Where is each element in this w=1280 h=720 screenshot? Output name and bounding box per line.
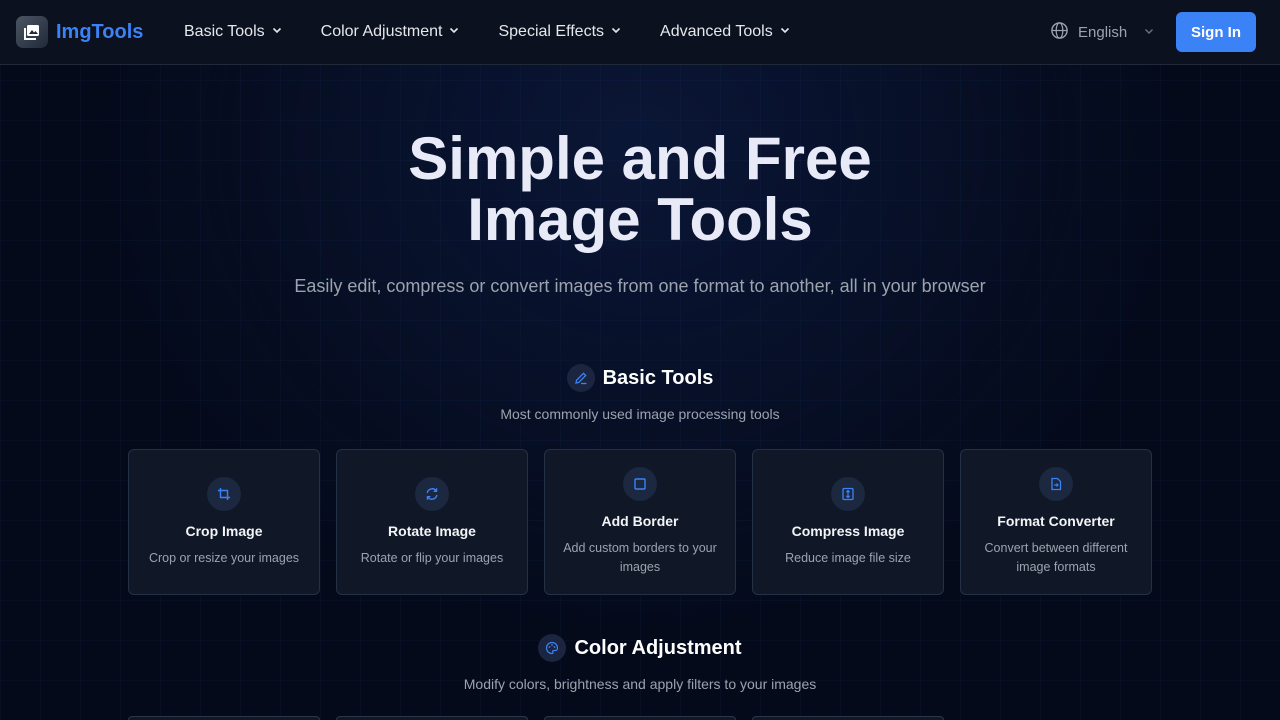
nav-basic-tools[interactable]: Basic Tools (184, 23, 283, 41)
language-selector[interactable]: English (1050, 21, 1155, 44)
language-label: English (1078, 24, 1128, 41)
chevron-down-icon (779, 23, 791, 41)
tool-card[interactable] (752, 716, 944, 720)
tool-card-rotate-image[interactable]: Rotate Image Rotate or flip your images (336, 449, 528, 595)
section-description: Most commonly used image processing tool… (500, 406, 780, 422)
section-header-basic-tools: Basic Tools (0, 364, 1280, 392)
border-icon (623, 467, 657, 501)
pencil-icon (566, 364, 595, 392)
nav-special-effects[interactable]: Special Effects (498, 23, 622, 41)
nav-label: Basic Tools (184, 23, 265, 40)
compress-icon (831, 476, 865, 511)
rotate-icon (415, 476, 449, 511)
nav-label: Special Effects (498, 23, 605, 40)
tool-card-crop-image[interactable]: Crop Image Crop or resize your images (128, 449, 320, 595)
basic-tools-cards: Crop Image Crop or resize your images Ro… (128, 449, 1168, 595)
top-navbar: ImgTools Basic Tools Color Adjustment Sp… (0, 0, 1280, 65)
palette-icon (538, 634, 567, 662)
card-title: Crop Image (185, 522, 263, 539)
chevron-down-icon (1143, 24, 1155, 41)
card-description: Rotate or flip your images (360, 550, 504, 565)
card-description: Convert between different image formats (984, 541, 1128, 574)
file-convert-icon (1039, 467, 1073, 501)
chevron-down-icon (271, 23, 283, 41)
section-description: Modify colors, brightness and apply filt… (463, 676, 817, 692)
image-logo-icon (16, 16, 48, 48)
card-title: Compress Image (791, 522, 905, 539)
card-title: Add Border (601, 513, 679, 529)
main-nav: Basic Tools Color Adjustment Special Eff… (184, 0, 829, 64)
globe-icon (1050, 21, 1069, 44)
color-adjustment-cards (128, 716, 960, 720)
tool-card[interactable] (128, 716, 320, 720)
hero-title-line2: Image Tools (467, 186, 813, 253)
section-header-color-adjustment: Color Adjustment (0, 634, 1280, 662)
card-title: Rotate Image (388, 522, 476, 539)
section-title: Color Adjustment (574, 636, 742, 659)
section-title: Basic Tools (602, 366, 714, 389)
sign-in-button[interactable]: Sign In (1176, 12, 1256, 52)
nav-advanced-tools[interactable]: Advanced Tools (660, 23, 791, 41)
brand-logo[interactable]: ImgTools (16, 16, 143, 48)
brand-name: ImgTools (56, 20, 144, 43)
hero-subtitle: Easily edit, compress or convert images … (294, 276, 986, 296)
tool-card-format-converter[interactable]: Format Converter Convert between differe… (960, 449, 1152, 595)
tool-card[interactable] (544, 716, 736, 720)
nav-label: Color Adjustment (320, 23, 443, 40)
crop-icon (207, 476, 241, 511)
chevron-down-icon (610, 23, 622, 41)
card-description: Reduce image file size (785, 550, 911, 565)
tool-card-compress-image[interactable]: Compress Image Reduce image file size (752, 449, 944, 595)
card-description: Crop or resize your images (148, 550, 300, 565)
card-title: Format Converter (997, 513, 1115, 529)
tool-card[interactable] (336, 716, 528, 720)
tool-card-add-border[interactable]: Add Border Add custom borders to your im… (544, 449, 736, 595)
hero-title-line1: Simple and Free (408, 125, 872, 192)
card-description: Add custom borders to your images (563, 541, 717, 574)
nav-label: Advanced Tools (660, 23, 773, 40)
nav-color-adjustment[interactable]: Color Adjustment (321, 23, 461, 41)
chevron-down-icon (448, 23, 460, 41)
hero-title: Simple and Free Image Tools (0, 128, 1280, 250)
